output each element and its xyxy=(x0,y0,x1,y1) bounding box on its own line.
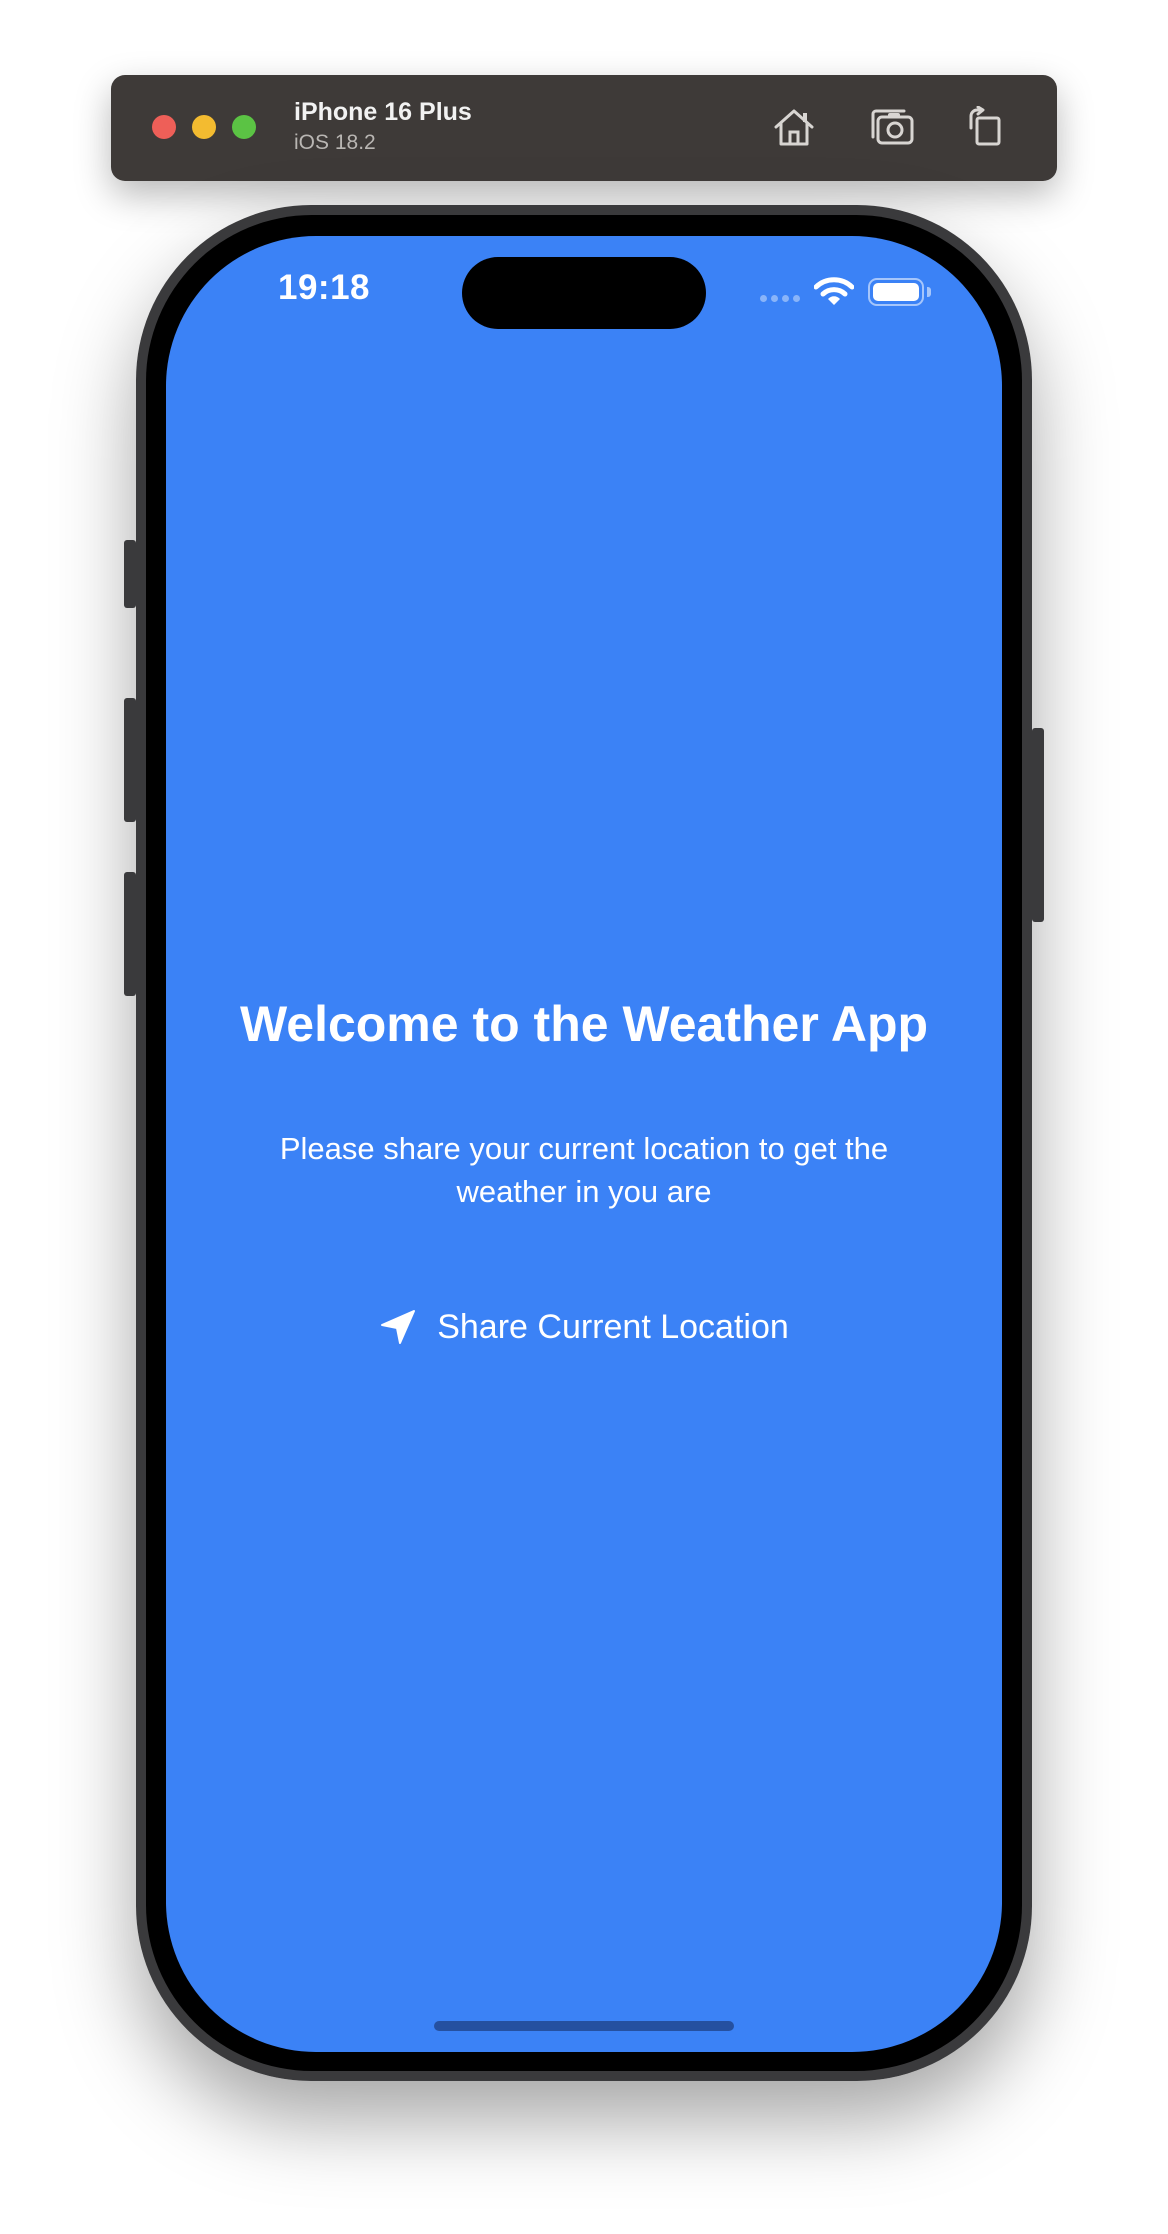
camera-icon xyxy=(871,109,914,145)
screenshot-button[interactable] xyxy=(868,102,918,152)
battery-icon xyxy=(868,278,924,306)
page-title: Welcome to the Weather App xyxy=(239,996,929,1052)
home-button[interactable] xyxy=(769,102,819,152)
action-button xyxy=(124,540,136,608)
share-location-label: Share Current Location xyxy=(437,1307,789,1346)
status-time: 19:18 xyxy=(278,268,371,307)
phone-screen: 19:18 Welcome to the Weather App Please … xyxy=(166,236,1002,2052)
share-location-button[interactable]: Share Current Location xyxy=(370,1299,798,1355)
cellular-icon xyxy=(760,295,800,302)
dynamic-island xyxy=(462,257,706,329)
os-version: iOS 18.2 xyxy=(294,131,376,154)
rotate-button[interactable] xyxy=(960,102,1010,152)
battery-level xyxy=(873,283,919,301)
instruction-text: Please share your current location to ge… xyxy=(279,1131,889,1209)
rotate-icon xyxy=(969,106,1001,146)
close-window-button[interactable] xyxy=(152,115,176,139)
simulator-window: iPhone 16 Plus iOS 18.2 19:18 Welcome to… xyxy=(0,0,1168,2234)
home-icon xyxy=(774,109,814,146)
battery-tip xyxy=(927,287,931,297)
volume-up-button xyxy=(124,698,136,822)
wifi-icon xyxy=(814,277,854,305)
zoom-window-button[interactable] xyxy=(232,115,256,139)
volume-down-button xyxy=(124,872,136,996)
home-indicator[interactable] xyxy=(434,2021,734,2031)
power-button xyxy=(1032,728,1044,922)
location-arrow-icon xyxy=(381,1310,416,1344)
minimize-window-button[interactable] xyxy=(192,115,216,139)
device-name: iPhone 16 Plus xyxy=(294,98,472,126)
